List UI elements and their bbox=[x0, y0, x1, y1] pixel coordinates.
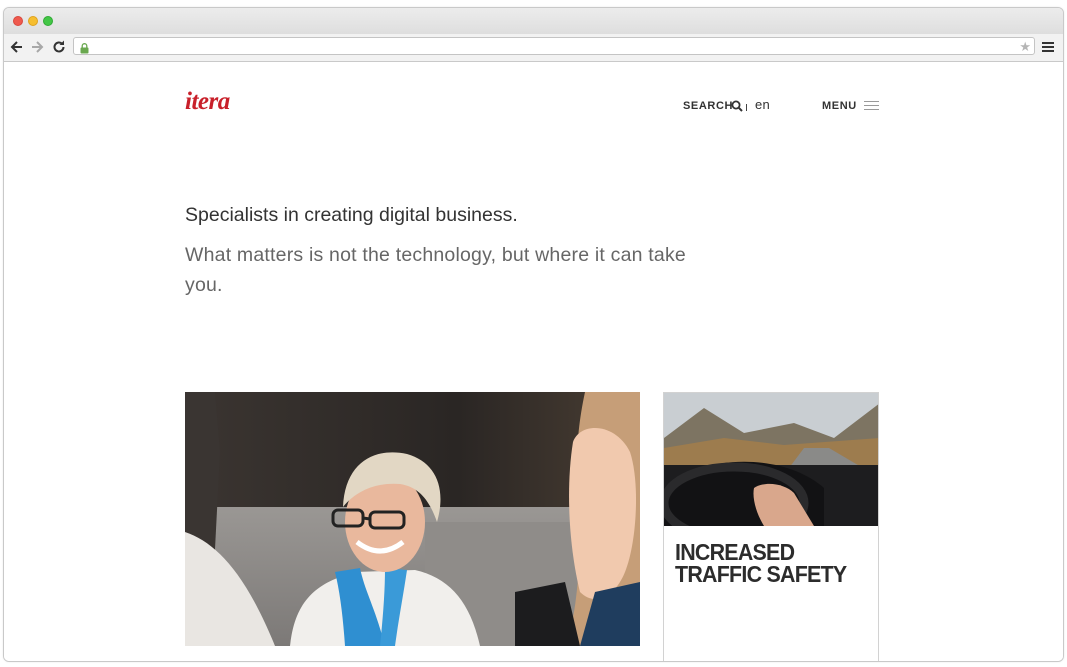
title-bar bbox=[4, 8, 1063, 34]
maximize-window-button[interactable] bbox=[43, 16, 53, 26]
menu-link[interactable]: MENU bbox=[822, 100, 857, 112]
people-meeting-photo[interactable] bbox=[185, 392, 640, 646]
meeting-photo-illustration bbox=[185, 392, 640, 646]
itera-logo-icon: itera bbox=[185, 88, 230, 115]
search-link[interactable]: SEARCH bbox=[683, 100, 733, 112]
card-title: INCREASED TRAFFIC SAFETY bbox=[675, 539, 847, 587]
language-selector[interactable]: en bbox=[755, 97, 770, 112]
close-window-button[interactable] bbox=[13, 16, 23, 26]
bookmark-star-icon[interactable]: ★ bbox=[1019, 39, 1031, 55]
logo-text: itera bbox=[185, 88, 230, 115]
hero-subline: What matters is not the technology, but … bbox=[185, 244, 686, 296]
itera-logo[interactable]: itera bbox=[184, 88, 254, 121]
reload-icon[interactable] bbox=[52, 38, 68, 56]
back-arrow-icon[interactable] bbox=[10, 38, 26, 56]
browser-window: ★ itera SEARCH en MENU Specialists in cr… bbox=[3, 7, 1064, 662]
browser-toolbar: ★ bbox=[4, 34, 1063, 62]
driving-road-image bbox=[664, 393, 878, 526]
browser-menu-icon[interactable] bbox=[1042, 42, 1054, 53]
forward-arrow-icon[interactable] bbox=[30, 38, 46, 56]
traffic-safety-card[interactable]: INCREASED TRAFFIC SAFETY bbox=[663, 392, 879, 661]
minimize-window-button[interactable] bbox=[28, 16, 38, 26]
hamburger-menu-icon[interactable] bbox=[864, 101, 879, 113]
header-divider bbox=[746, 104, 747, 111]
web-page: itera SEARCH en MENU Specialists in crea… bbox=[4, 62, 1063, 661]
hero-headline: Specialists in creating digital business… bbox=[185, 204, 518, 226]
address-bar[interactable]: ★ bbox=[73, 37, 1035, 55]
search-icon[interactable] bbox=[731, 99, 743, 117]
lock-icon bbox=[80, 41, 89, 59]
